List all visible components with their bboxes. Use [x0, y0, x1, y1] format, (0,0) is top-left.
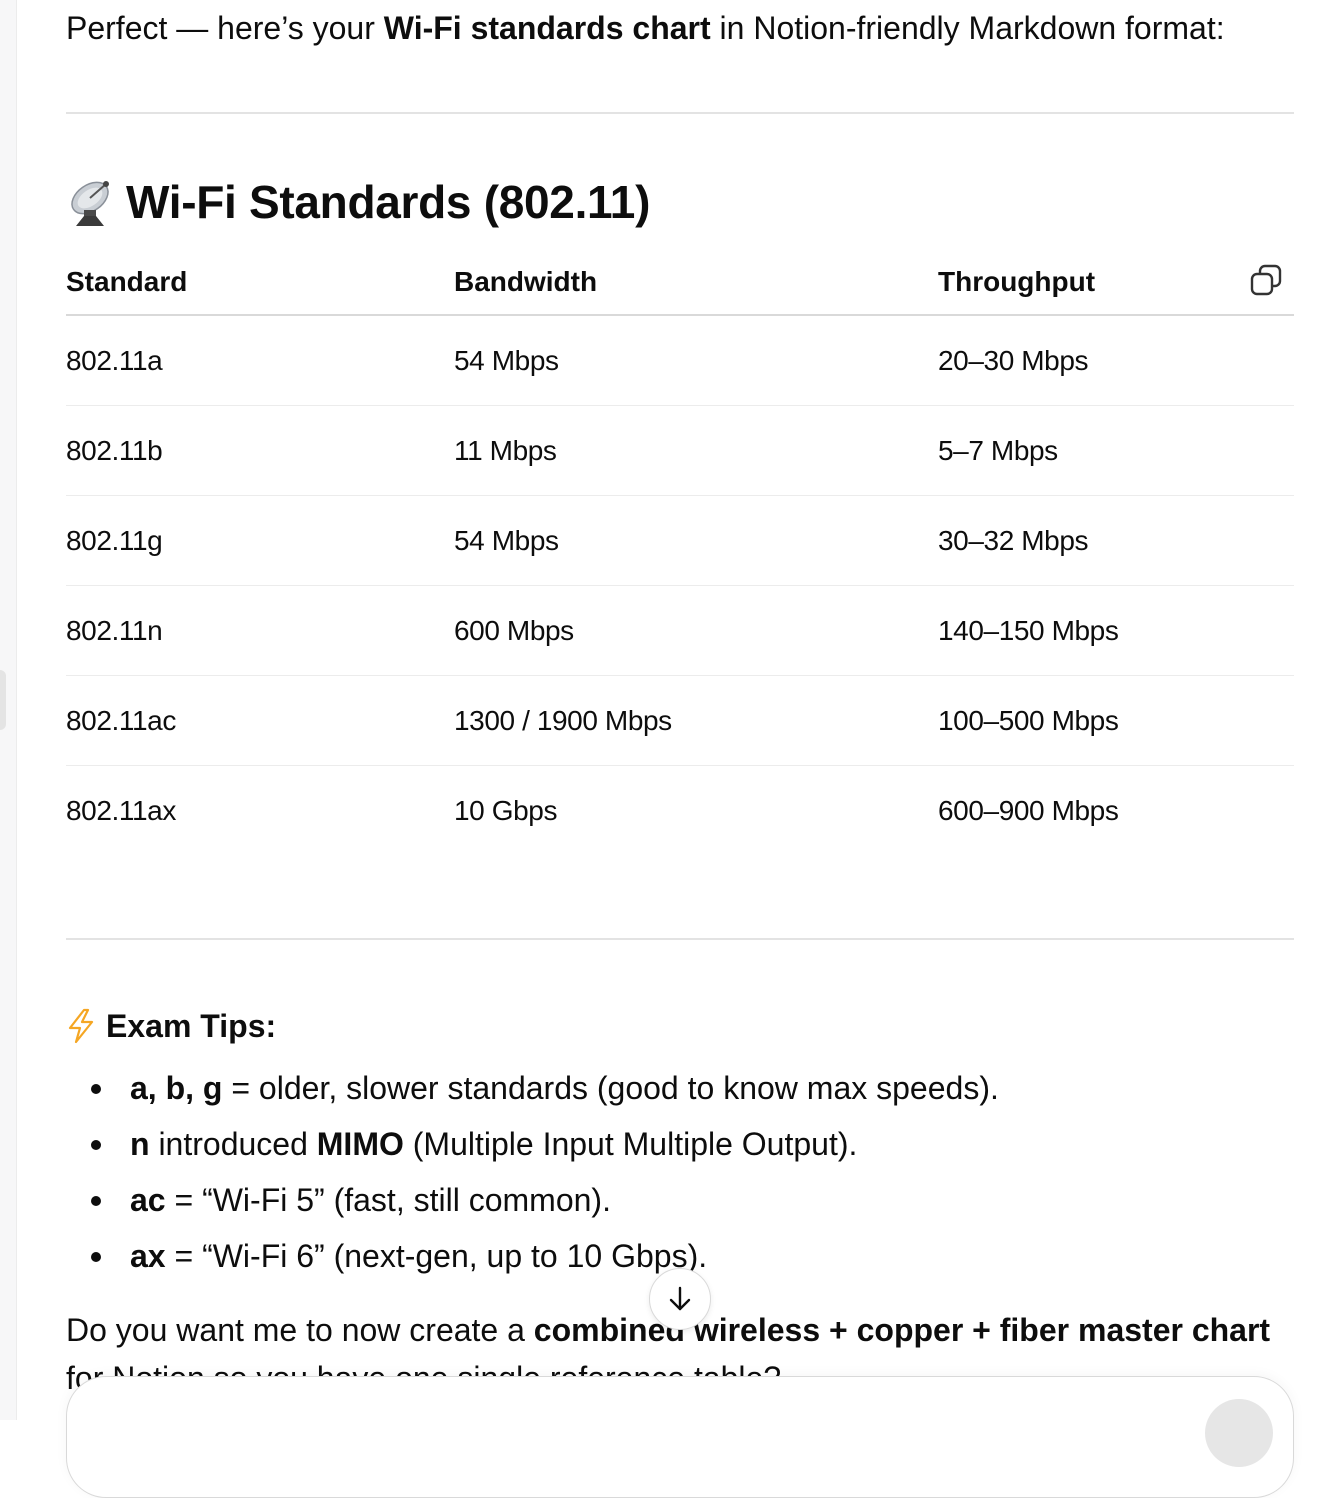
- cell-bandwidth: 11 Mbps: [454, 405, 938, 496]
- intro-suffix: in Notion-friendly Markdown format:: [710, 10, 1225, 46]
- cell-bandwidth: 600 Mbps: [454, 585, 938, 676]
- divider: [66, 938, 1294, 940]
- tip-text: = older, slower standards (good to know …: [222, 1070, 999, 1106]
- cell-bandwidth: 54 Mbps: [454, 315, 938, 406]
- tips-title: Exam Tips:: [106, 1007, 277, 1044]
- tips-heading: Exam Tips:: [66, 1004, 276, 1048]
- cell-bandwidth: 54 Mbps: [454, 495, 938, 586]
- tips-list: a, b, g = older, slower standards (good …: [66, 1060, 999, 1284]
- cell-throughput: 600–900 Mbps: [938, 794, 1119, 826]
- tip-bold: a, b, g: [130, 1070, 223, 1106]
- list-item: ac = “Wi-Fi 5” (fast, still common).: [66, 1172, 999, 1228]
- cell-standard: 802.11b: [66, 405, 454, 496]
- lightning-icon: [68, 1008, 94, 1044]
- cell-throughput: 30–32 Mbps: [938, 495, 1294, 586]
- sidebar-toggle-handle[interactable]: [0, 670, 6, 730]
- divider: [66, 112, 1294, 114]
- header-throughput: Throughput: [938, 250, 1294, 316]
- table-row: 802.11g 54 Mbps 30–32 Mbps: [66, 495, 1294, 586]
- section-heading: Wi-Fi Standards (802.11): [66, 172, 650, 232]
- cell-standard: 802.11a: [66, 315, 454, 406]
- bullet-icon: [91, 1252, 101, 1262]
- cell-throughput: 20–30 Mbps: [938, 315, 1294, 406]
- cell-standard: 802.11ax: [66, 794, 176, 826]
- satellite-antenna-icon: [71, 181, 109, 226]
- cell-standard: 802.11g: [66, 495, 454, 586]
- table-row: 802.11ax 10 Gbps 600–900 Mbps: [66, 766, 1294, 856]
- header-bandwidth: Bandwidth: [454, 250, 938, 316]
- intro-prefix: Perfect — here’s your: [66, 10, 384, 46]
- tip-text: = “Wi-Fi 5” (fast, still common).: [165, 1182, 611, 1218]
- closing-bold: combined wireless + copper + fiber maste…: [533, 1312, 1271, 1348]
- cell-throughput: 100–500 Mbps: [938, 675, 1294, 766]
- list-item: ax = “Wi-Fi 6” (next-gen, up to 10 Gbps)…: [66, 1228, 999, 1284]
- scroll-to-bottom-button[interactable]: [649, 1268, 711, 1330]
- tip-bold: ac: [130, 1182, 166, 1218]
- cell-bandwidth: 10 Gbps: [454, 794, 558, 826]
- message-composer[interactable]: [66, 1376, 1294, 1498]
- intro-paragraph: Perfect — here’s your Wi-Fi standards ch…: [66, 8, 1225, 48]
- tip-bold-2: MIMO: [316, 1126, 404, 1162]
- standards-table: Standard Bandwidth Throughput 802.11a 54…: [66, 250, 1294, 855]
- cell-standard: 802.11n: [66, 585, 454, 676]
- cell-standard: 802.11ac: [66, 675, 454, 766]
- cell-throughput: 140–150 Mbps: [938, 585, 1294, 676]
- bullet-icon: [91, 1196, 101, 1206]
- arrow-down-icon: [669, 1286, 691, 1311]
- intro-bold: Wi-Fi standards chart: [383, 10, 711, 46]
- tip-bold: n: [130, 1126, 150, 1162]
- list-item: n introduced MIMO (Multiple Input Multip…: [66, 1116, 999, 1172]
- cell-throughput: 5–7 Mbps: [938, 405, 1294, 496]
- header-standard: Standard: [66, 250, 454, 316]
- table-row: 802.11n 600 Mbps 140–150 Mbps: [66, 585, 1294, 676]
- closing-prefix: Do you want me to now create a: [66, 1312, 534, 1348]
- bullet-icon: [91, 1084, 101, 1094]
- bullet-icon: [91, 1140, 101, 1150]
- section-title: Wi-Fi Standards (802.11): [126, 176, 651, 228]
- list-item: a, b, g = older, slower standards (good …: [66, 1060, 999, 1116]
- table-row: 802.11a 54 Mbps 20–30 Mbps: [66, 315, 1294, 406]
- cell-bandwidth: 1300 / 1900 Mbps: [454, 675, 938, 766]
- table-header-row: Standard Bandwidth Throughput: [66, 250, 1294, 316]
- tip-text-2: (Multiple Input Multiple Output).: [403, 1126, 858, 1162]
- tip-text: introduced: [149, 1126, 317, 1162]
- sidebar-rail: [0, 0, 17, 1420]
- tip-bold: ax: [130, 1238, 166, 1274]
- table-row: 802.11ac 1300 / 1900 Mbps 100–500 Mbps: [66, 675, 1294, 766]
- send-button[interactable]: [1205, 1399, 1273, 1467]
- table-row: 802.11b 11 Mbps 5–7 Mbps: [66, 405, 1294, 496]
- tip-text: = “Wi-Fi 6” (next-gen, up to 10 Gbps).: [165, 1238, 708, 1274]
